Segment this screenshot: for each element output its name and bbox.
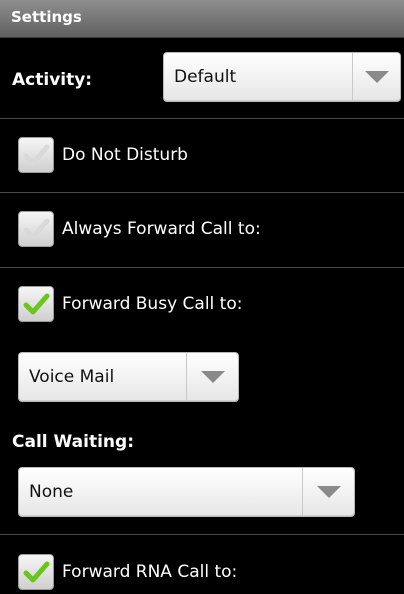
divider	[0, 267, 404, 268]
forward-busy-checkbox[interactable]	[18, 286, 54, 322]
checkmark-icon	[23, 144, 50, 166]
activity-value: Default	[174, 67, 237, 87]
chevron-down-icon	[316, 486, 341, 498]
checkmark-icon	[23, 293, 50, 315]
call-waiting-dropdown-button[interactable]	[302, 468, 354, 516]
always-forward-label: Always Forward Call to:	[62, 219, 261, 239]
activity-dropdown-button[interactable]	[352, 53, 400, 101]
forward-busy-label: Forward Busy Call to:	[62, 294, 243, 314]
forward-busy-dropdown-button[interactable]	[186, 353, 238, 401]
always-forward-row[interactable]: Always Forward Call to:	[0, 199, 404, 259]
forward-busy-destination-value: Voice Mail	[29, 367, 115, 387]
activity-label: Activity:	[12, 70, 93, 90]
call-waiting-spinner[interactable]: None	[18, 467, 355, 517]
activity-spinner[interactable]: Default	[163, 52, 401, 102]
call-waiting-label: Call Waiting:	[12, 432, 134, 452]
divider	[0, 192, 404, 193]
dnd-row[interactable]: Do Not Disturb	[0, 125, 404, 185]
divider	[0, 534, 404, 535]
chevron-down-icon	[200, 371, 225, 383]
divider	[0, 118, 404, 119]
title-bar: Settings	[0, 0, 404, 38]
forward-rna-label: Forward RNA Call to:	[62, 562, 238, 582]
forward-rna-row[interactable]: Forward RNA Call to:	[0, 542, 404, 594]
call-waiting-value: None	[29, 482, 74, 502]
dnd-label: Do Not Disturb	[62, 145, 188, 165]
always-forward-checkbox[interactable]	[18, 211, 54, 247]
chevron-down-icon	[364, 71, 389, 83]
forward-busy-destination-spinner[interactable]: Voice Mail	[18, 352, 239, 402]
dnd-checkbox[interactable]	[18, 137, 54, 173]
checkmark-icon	[23, 561, 50, 583]
forward-rna-checkbox[interactable]	[18, 554, 54, 590]
page-title: Settings	[11, 8, 82, 26]
checkmark-icon	[23, 218, 50, 240]
forward-busy-row[interactable]: Forward Busy Call to:	[0, 274, 404, 334]
